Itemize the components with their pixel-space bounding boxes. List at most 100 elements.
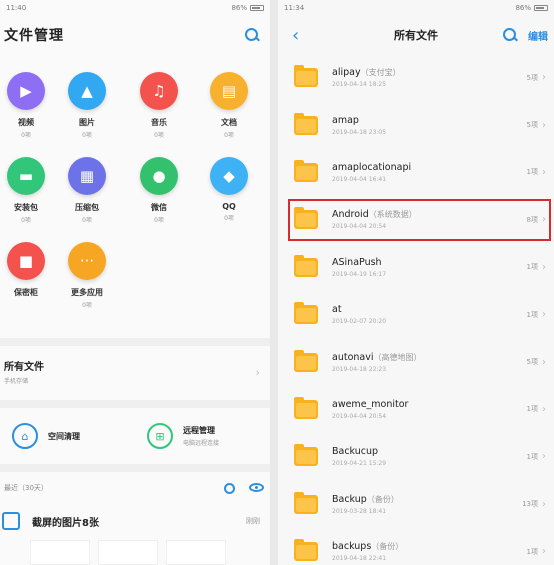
folder-date: 2019-04-04 20:54 [332, 412, 387, 420]
category-label: 图片 [79, 118, 95, 127]
folder-row[interactable]: Android（系统数据） 2019-04-04 20:54 8项 › [278, 196, 554, 243]
category-6[interactable]: ● 微信 0项 [129, 157, 189, 224]
category-label: 微信 [151, 203, 167, 212]
category-8[interactable]: ■ 保密柜 [0, 242, 56, 300]
thumbnail-strip [30, 540, 226, 565]
category-count: 0项 [82, 302, 92, 309]
folder-row[interactable]: amap 2019-04-18 23:05 5项 › [278, 101, 554, 148]
folder-name: amap [332, 114, 359, 126]
recent-header: 最近（30天） [0, 478, 270, 498]
folder-date: 2019-04-18 22:41 [332, 555, 387, 563]
category-count: 0项 [82, 217, 92, 224]
header: 文件管理 [0, 16, 270, 54]
file-manager-home: 11:40 86% 文件管理 ▶ 视频 0项 ▲ 图片 0项 ♫ 音乐 0项 ▤ 文档 0项 ▬ 安装包 0… [0, 0, 270, 565]
folder-row[interactable]: ASinaPush 2019-04-19 16:17 1项 › [278, 244, 554, 291]
folder-row[interactable]: Backup（备份） 2019-03-28 18:41 13项 › [278, 481, 554, 528]
status-bar: 11:34 86% [278, 0, 554, 16]
thumbnail[interactable] [30, 540, 90, 565]
category-icon: ▬ [7, 157, 45, 195]
cleanup-icon: ⌂ [12, 423, 38, 449]
page-title: 文件管理 [4, 28, 64, 44]
edit-button[interactable]: 编辑 [528, 28, 548, 43]
clock: 11:34 [284, 4, 305, 12]
chevron-right-icon: › [542, 119, 546, 131]
chevron-right-icon: › [542, 261, 546, 273]
folder-name: at [332, 304, 342, 316]
folder-date: 2019-04-21 15:29 [332, 460, 387, 468]
recent-item-time: 刚刚 [246, 517, 260, 525]
folder-name: alipay [332, 67, 361, 79]
category-icon: ··· [68, 242, 106, 280]
folder-name: ASinaPush [332, 256, 382, 268]
folder-icon [294, 444, 318, 467]
folder-row[interactable]: amaplocationapi 2019-04-04 16:41 1项 › [278, 149, 554, 196]
chevron-right-icon: › [542, 451, 546, 463]
thumbnail[interactable] [98, 540, 158, 565]
category-icon: ▶ [7, 72, 45, 110]
remote-icon: ⊞ [147, 423, 173, 449]
folder-date: 2019-02-07 20:20 [332, 318, 387, 326]
folder-row[interactable]: alipay（支付宝） 2019-04-14 18:25 5项 › [278, 54, 554, 101]
battery-icon [250, 5, 264, 11]
all-files-entry[interactable]: 所有文件 手机存储 › [0, 352, 270, 394]
folder-list: alipay（支付宝） 2019-04-14 18:25 5项 › amap 2019-0… [278, 54, 554, 565]
folder-item-count: 1项 [526, 310, 538, 319]
category-1[interactable]: ▲ 图片 0项 [57, 72, 117, 139]
folder-icon [294, 539, 318, 562]
eye-icon[interactable] [249, 482, 264, 492]
category-count: 0项 [224, 132, 234, 139]
clock: 11:40 [6, 4, 27, 12]
category-3[interactable]: ▤ 文档 0项 [199, 72, 259, 139]
category-count: 0项 [154, 217, 164, 224]
status-bar: 11:40 86% [0, 0, 270, 16]
category-label: 音乐 [151, 118, 167, 127]
folder-item-count: 13项 [522, 500, 538, 509]
category-7[interactable]: ◆ QQ 0项 [199, 157, 259, 222]
folder-item-count: 1项 [526, 547, 538, 556]
storage-cleanup-button[interactable]: ⌂ 空间清理 [0, 416, 135, 456]
category-0[interactable]: ▶ 视频 0项 [0, 72, 56, 139]
category-5[interactable]: ▦ 压缩包 0项 [57, 157, 117, 224]
category-label: 安装包 [14, 203, 38, 212]
category-count: 0项 [21, 217, 31, 224]
back-arrow-icon[interactable]: ‹ [292, 25, 312, 46]
folder-row[interactable]: aweme_monitor 2019-04-04 20:54 1项 › [278, 386, 554, 433]
folder-date: 2019-04-04 16:41 [332, 175, 387, 183]
folder-row[interactable]: backups（备份） 2019-04-18 22:41 1项 › [278, 528, 554, 565]
category-label: 保密柜 [14, 288, 38, 297]
folder-date: 2019-04-18 22:23 [332, 365, 387, 373]
chevron-right-icon: › [542, 356, 546, 368]
tools-row: ⌂ 空间清理 ⊞ 远程管理 电脑远程连接 [0, 416, 270, 456]
refresh-icon[interactable] [224, 482, 235, 494]
folder-name: backups [332, 541, 372, 553]
battery-level: 86% [515, 4, 531, 12]
all-files-title: 所有文件 [4, 362, 44, 373]
chevron-right-icon: › [542, 214, 546, 226]
folder-row[interactable]: autonavi（高德地图） 2019-04-18 22:23 5项 › [278, 338, 554, 385]
remote-management-button[interactable]: ⊞ 远程管理 电脑远程连接 [135, 416, 270, 456]
thumbnail[interactable] [166, 540, 226, 565]
folder-icon [294, 302, 318, 325]
battery-icon [534, 5, 548, 11]
recent-screenshots-item[interactable]: 截屏的图片8张 刚刚 [0, 506, 270, 536]
divider [0, 464, 270, 472]
category-9[interactable]: ··· 更多应用 0项 [57, 242, 117, 309]
category-4[interactable]: ▬ 安装包 0项 [0, 157, 56, 224]
folder-name: Backup [332, 493, 367, 505]
chevron-right-icon: › [255, 366, 260, 379]
category-label: 更多应用 [71, 288, 103, 297]
folder-name: amaplocationapi [332, 161, 412, 173]
folder-date: 2019-04-04 20:54 [332, 223, 387, 231]
folder-item-count: 5项 [526, 358, 538, 367]
category-label: 压缩包 [75, 203, 99, 212]
tool-title: 远程管理 [183, 426, 215, 435]
folder-row[interactable]: Backucup 2019-04-21 15:29 1项 › [278, 433, 554, 480]
folder-item-count: 8项 [526, 215, 538, 224]
folder-tag: （系统数据） [368, 210, 417, 220]
folder-row[interactable]: at 2019-02-07 20:20 1项 › [278, 291, 554, 338]
folder-icon [294, 65, 318, 88]
search-icon[interactable] [244, 27, 260, 43]
search-icon[interactable] [502, 27, 518, 43]
folder-date: 2019-04-19 16:17 [332, 270, 387, 278]
category-2[interactable]: ♫ 音乐 0项 [129, 72, 189, 139]
